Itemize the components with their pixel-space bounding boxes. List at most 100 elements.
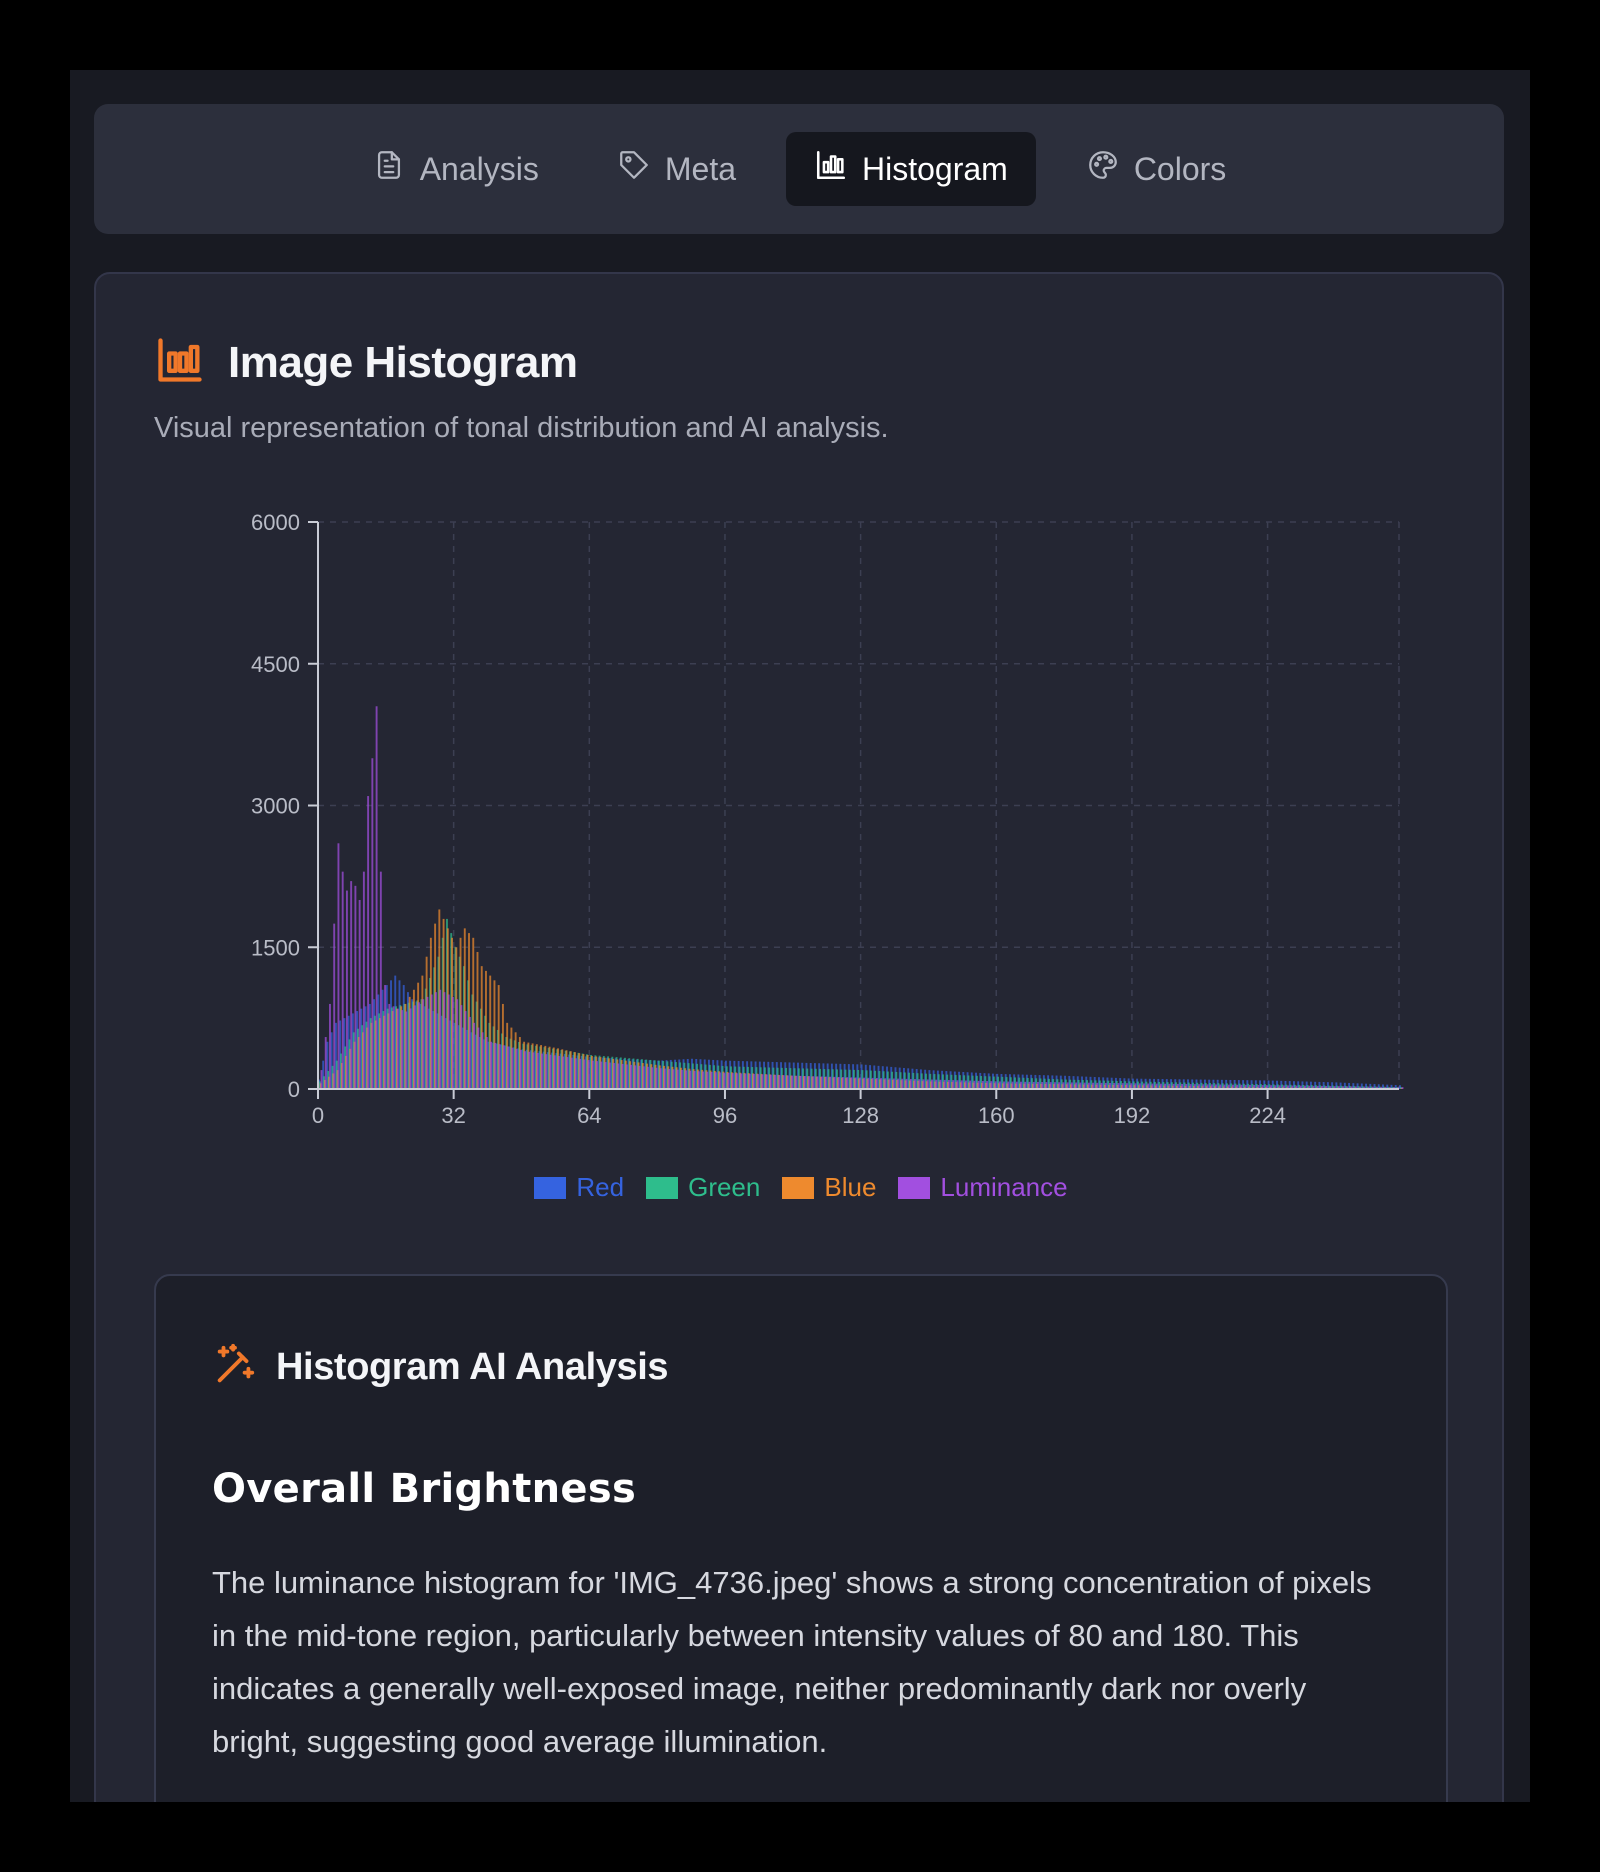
histogram-bar	[825, 1076, 827, 1089]
histogram-bar	[413, 1005, 416, 1089]
histogram-bar	[629, 1064, 632, 1089]
histogram-bar	[1003, 1081, 1005, 1089]
histogram-bar	[494, 1042, 497, 1089]
histogram-bar	[430, 994, 433, 1089]
histogram-bar	[481, 1032, 484, 1089]
histogram-bar	[706, 1071, 709, 1089]
histogram-bar	[1011, 1081, 1014, 1089]
histogram-bar	[990, 1081, 993, 1089]
x-tick-label: 160	[978, 1103, 1015, 1128]
histogram-bar	[1062, 1082, 1065, 1089]
histogram-bar	[392, 1006, 395, 1089]
histogram-bar	[477, 1027, 480, 1089]
histogram-bar	[320, 1070, 323, 1089]
tab-analysis[interactable]: Analysis	[344, 132, 567, 206]
histogram-bar	[498, 1044, 501, 1089]
histogram-bar	[752, 1073, 755, 1089]
histogram-bar	[786, 1075, 789, 1089]
histogram-bar	[621, 1063, 624, 1089]
histogram-bar	[490, 1041, 493, 1089]
histogram-bar	[977, 1080, 980, 1089]
histogram-bar	[816, 1076, 819, 1089]
histogram-bar	[642, 1066, 645, 1089]
histogram-bar	[914, 1079, 916, 1089]
histogram-bar	[634, 1065, 637, 1089]
histogram-bar	[998, 1081, 1001, 1089]
histogram-bar	[663, 1068, 666, 1089]
histogram-bar	[952, 1080, 955, 1089]
histogram-bar	[909, 1078, 912, 1089]
tag-icon	[617, 148, 651, 190]
histogram-bar	[871, 1077, 874, 1089]
histogram-bar	[625, 1064, 628, 1089]
histogram-bar	[1049, 1082, 1052, 1089]
histogram-bar	[905, 1078, 908, 1089]
legend-item-red[interactable]: Red	[534, 1172, 624, 1203]
histogram-bar	[799, 1075, 802, 1089]
bar-chart-icon	[814, 148, 848, 190]
histogram-bar	[947, 1080, 950, 1089]
histogram-bar	[367, 796, 370, 1089]
histogram-bar	[960, 1080, 963, 1089]
legend-label-red: Red	[576, 1172, 625, 1202]
histogram-bar	[710, 1071, 713, 1089]
histogram-bar	[1020, 1081, 1022, 1089]
histogram-bar	[808, 1076, 810, 1089]
histogram-bar	[384, 985, 387, 1089]
y-tick-label: 4500	[251, 652, 300, 677]
histogram-bar	[1401, 1087, 1404, 1089]
tab-colors[interactable]: Colors	[1058, 132, 1254, 206]
tab-analysis-label: Analysis	[419, 150, 539, 187]
histogram-bar	[901, 1078, 904, 1089]
histogram-bar	[668, 1068, 671, 1089]
histogram-bar	[329, 1003, 331, 1089]
histogram-chart: 0 1500 3000 4500 6000 0 32 64 96 128 160 192 224	[251, 510, 1404, 1128]
legend-label-blue: Blue	[824, 1172, 877, 1202]
histogram-bar	[1041, 1082, 1044, 1089]
histogram-bar	[897, 1078, 899, 1089]
histogram-bar	[875, 1078, 878, 1089]
histogram-bar	[515, 1048, 518, 1089]
histogram-bar	[451, 996, 454, 1089]
histogram-bar	[820, 1076, 823, 1089]
histogram-bar	[981, 1080, 984, 1089]
legend-item-luminance[interactable]: Luminance	[898, 1172, 1068, 1203]
histogram-bar	[765, 1074, 768, 1089]
ai-section-title: Overall Brightness	[212, 1466, 637, 1512]
histogram-bar	[1028, 1081, 1031, 1089]
legend-item-blue[interactable]: Blue	[782, 1172, 876, 1203]
x-tick-label: 32	[441, 1103, 465, 1128]
histogram-bar	[935, 1079, 938, 1089]
histogram-bar	[757, 1074, 760, 1089]
histogram-bar	[774, 1074, 777, 1089]
legend-swatch-blue	[782, 1176, 815, 1199]
histogram-bar	[719, 1072, 721, 1089]
histogram-bar	[557, 1055, 560, 1089]
x-tick-label: 64	[577, 1103, 601, 1128]
histogram-bar	[540, 1053, 543, 1089]
legend-swatch-green	[646, 1176, 679, 1199]
legend-item-green[interactable]: Green	[646, 1172, 760, 1203]
histogram-bar	[702, 1071, 704, 1089]
histogram-bar	[358, 900, 361, 1089]
histogram-bar	[922, 1079, 925, 1089]
histogram-bar	[723, 1072, 726, 1089]
histogram-bar	[918, 1079, 921, 1089]
histogram-bar	[519, 1050, 522, 1089]
histogram-bar	[795, 1075, 798, 1089]
histogram-bar	[1053, 1082, 1056, 1089]
histogram-bar	[1045, 1082, 1048, 1089]
tab-histogram[interactable]: Histogram	[786, 132, 1036, 206]
ai-section-body: The luminance histogram for 'IMG_4736.jp…	[212, 1565, 1372, 1759]
histogram-bar	[676, 1069, 679, 1089]
tab-meta[interactable]: Meta	[589, 132, 764, 206]
x-tick-label: 96	[713, 1103, 737, 1128]
histogram-bar	[396, 1008, 399, 1089]
histogram-bar	[434, 992, 437, 1089]
legend-swatch-red	[534, 1176, 567, 1199]
histogram-bar	[443, 992, 446, 1089]
y-tick-label: 1500	[251, 935, 300, 960]
histogram-bar	[507, 1046, 509, 1089]
y-tick-label: 6000	[251, 510, 300, 535]
histogram-bar	[553, 1055, 556, 1089]
